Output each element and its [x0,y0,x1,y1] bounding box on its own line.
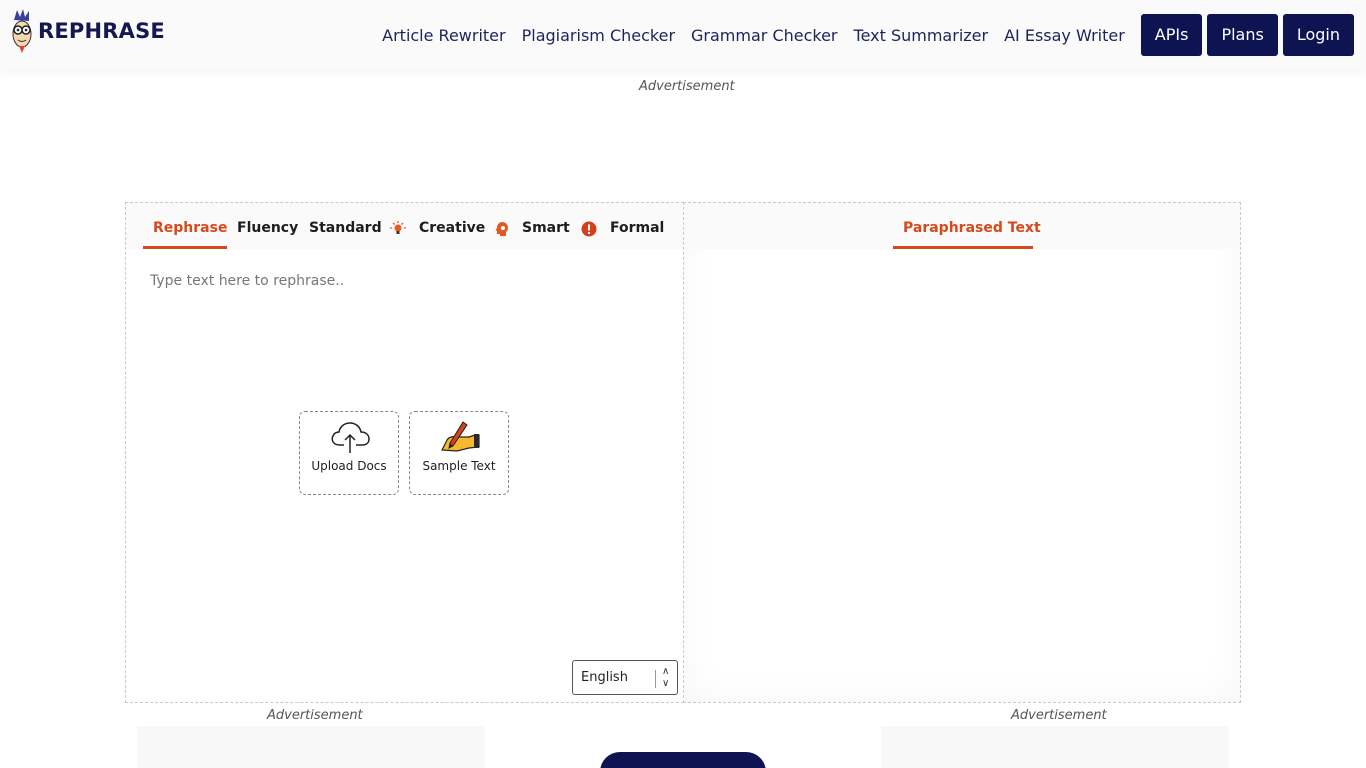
nav-grammar-checker[interactable]: Grammar Checker [691,26,838,45]
tab-standard[interactable]: Standard [309,220,382,236]
login-button[interactable]: Login [1282,14,1354,56]
nav-article-rewriter[interactable]: Article Rewriter [382,26,505,45]
upload-docs-label: Upload Docs [311,459,387,473]
advertisement-label-right: Advertisement [1011,708,1107,723]
language-select[interactable]: English ∧ ∨ [572,660,678,695]
ad-slot-left [137,726,485,768]
ad-slot-right [881,726,1229,768]
tab-rephrase[interactable]: Rephrase [153,220,227,236]
site-header: REPHRASE Article Rewriter Plagiarism Che… [0,0,1366,70]
select-divider [655,670,656,688]
nav-text-summarizer[interactable]: Text Summarizer [854,26,989,45]
lightbulb-icon [390,221,406,234]
brand-name: REPHRASE [38,19,165,43]
brain-head-icon [495,222,508,236]
apis-button[interactable]: APIs [1140,14,1203,56]
main-nav: Article Rewriter Plagiarism Checker Gram… [382,14,1354,56]
output-panel: Paraphrased Text [683,202,1241,703]
tab-paraphrased-text[interactable]: Paraphrased Text [903,220,1041,236]
brand-logo[interactable]: REPHRASE [10,8,165,54]
nav-ai-essay-writer[interactable]: AI Essay Writer [1004,26,1125,45]
input-panel: Rephrase Fluency Standard Creative Smart… [125,202,684,703]
advertisement-label-left: Advertisement [267,708,363,723]
upload-docs-button[interactable]: Upload Docs [299,411,399,495]
output-tabs: Paraphrased Text [684,203,1240,249]
tab-fluency[interactable]: Fluency [237,220,298,236]
active-tab-indicator [143,246,227,249]
tab-formal[interactable]: Formal [610,220,664,236]
sample-text-label: Sample Text [422,459,496,473]
mode-tabs: Rephrase Fluency Standard Creative Smart… [126,203,683,249]
output-tab-indicator [893,246,1033,249]
tab-smart[interactable]: Smart [522,220,570,236]
exclamation-circle-icon [581,221,597,237]
input-textarea[interactable]: Type text here to rephrase.. [150,273,344,289]
language-value: English [581,670,628,685]
advertisement-label-top: Advertisement [639,79,735,94]
pen-hand-icon [441,421,480,452]
plans-button[interactable]: Plans [1207,14,1278,56]
mascot-logo-icon [12,9,32,53]
rephrase-submit-button[interactable] [600,752,766,768]
nav-plagiarism-checker[interactable]: Plagiarism Checker [522,26,675,45]
cloud-upload-icon [331,422,370,453]
tab-creative[interactable]: Creative [419,220,485,236]
up-down-arrows-icon: ∧ ∨ [662,666,670,689]
sample-text-button[interactable]: Sample Text [409,411,509,495]
